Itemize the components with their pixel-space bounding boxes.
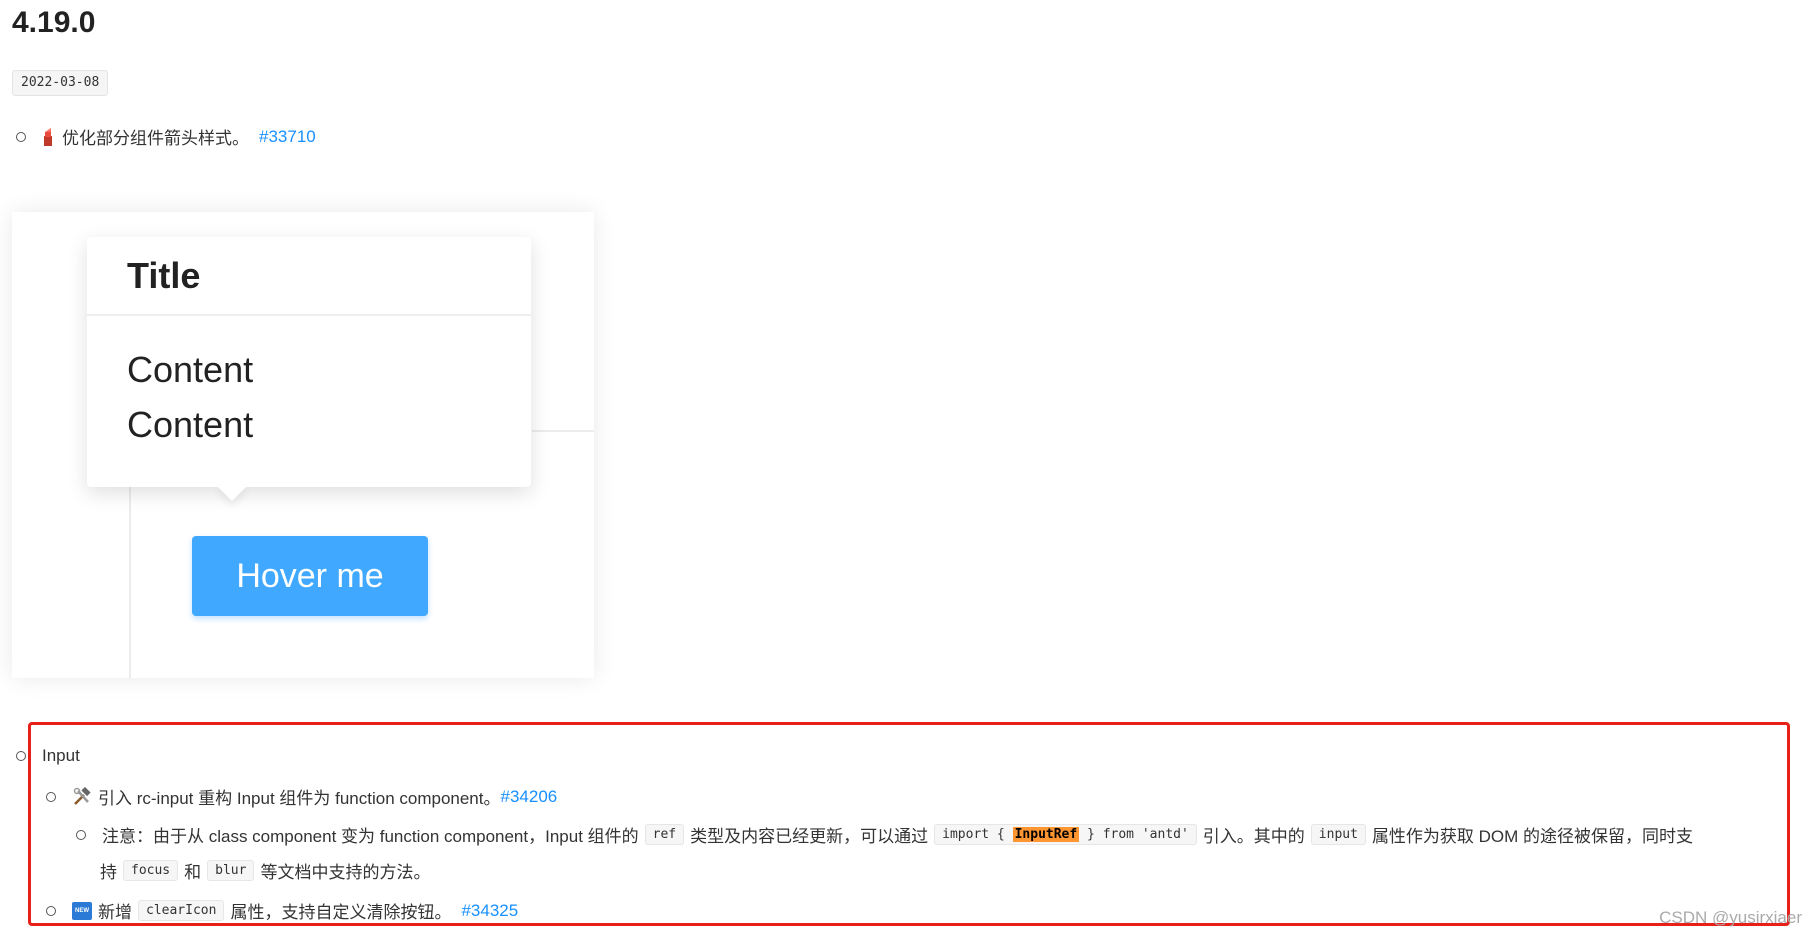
version-heading: 4.19.0 [12, 6, 96, 39]
bullet-icon [16, 131, 26, 142]
bullet-icon [16, 751, 26, 761]
popover-content: Content [127, 349, 254, 390]
list-item: 优化部分组件箭头样式。 #33710 [16, 124, 316, 149]
lipstick-icon [44, 127, 52, 146]
pr-link[interactable]: #33710 [259, 127, 316, 147]
divider [87, 314, 531, 316]
watermark: CSDN @yusirxiaer [1659, 908, 1802, 927]
changelog-text: 优化部分组件箭头样式。 [62, 129, 249, 148]
popover-content: Content [127, 404, 254, 445]
divider [532, 430, 594, 432]
popover-title: Title [127, 255, 201, 296]
date-badge: 2022-03-08 [12, 70, 109, 96]
popover: Title Content Content [87, 237, 531, 487]
hover-me-button[interactable]: Hover me [192, 536, 428, 616]
highlight-box [28, 722, 1790, 926]
demo-image: Title Content Content Hover me [12, 212, 594, 678]
